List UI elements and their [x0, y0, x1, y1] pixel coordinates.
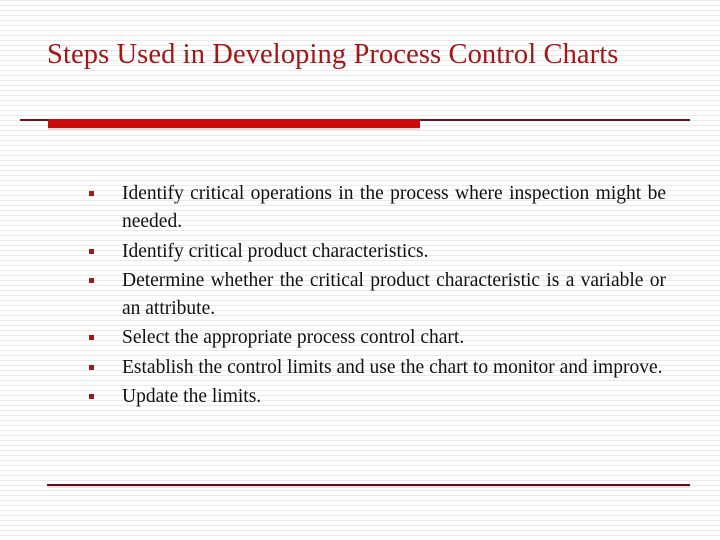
title-accent-bar [48, 119, 420, 128]
list-item-label: Identify critical product characteristic… [122, 240, 429, 262]
footer-divider-shadow [47, 486, 690, 488]
page-title: Steps Used in Developing Process Control… [47, 39, 619, 70]
square-bullet-icon [89, 277, 94, 283]
list-item-label: Establish the control limits and use the… [122, 356, 663, 378]
list-item-label: Determine whether the critical product c… [122, 269, 666, 320]
list-item-label: Update the limits. [122, 386, 262, 408]
list-item: Establish the control limits and use the… [86, 354, 666, 382]
square-bullet-icon [89, 191, 94, 196]
slide-canvas: Steps Used in Developing Process Control… [0, 0, 720, 540]
bullet-list: Identify critical operations in the proc… [86, 180, 666, 412]
list-item-label: Select the appropriate process control c… [122, 327, 465, 349]
list-item: Select the appropriate process control c… [86, 324, 666, 352]
list-item: Determine whether the critical product c… [86, 267, 666, 324]
footer-divider [47, 484, 690, 488]
square-bullet-icon [89, 248, 94, 254]
title-accent-bar-shadow [48, 128, 420, 130]
list-item-label: Identify critical operations in the proc… [122, 183, 666, 233]
list-item: Identify critical product characteristic… [86, 238, 666, 266]
list-item: Identify critical operations in the proc… [86, 180, 666, 237]
square-bullet-icon [89, 364, 94, 370]
square-bullet-icon [89, 394, 94, 400]
list-item: Update the limits. [86, 383, 666, 411]
title-divider [20, 118, 690, 130]
square-bullet-icon [89, 335, 94, 341]
